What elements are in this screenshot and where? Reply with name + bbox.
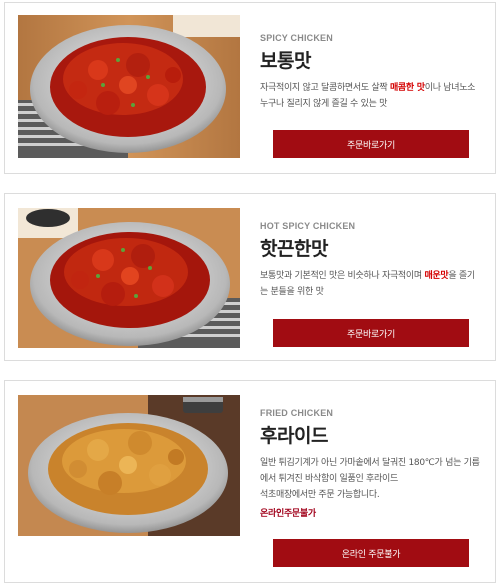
menu-title: 핫끈한맛 [260,238,328,260]
menu-info: FRIED CHICKEN 후라이드 일반 튀김기계가 아닌 가마솥에서 달궈진… [260,408,481,519]
menu-description: 보통맛과 기본적인 맛은 비슷하나 자극적이며 매운맛을 즐기는 분들을 위한 … [260,271,475,297]
menu-description: 자극적이지 않고 달콤하면서도 살짝 매콤한 맛이나 남녀노소 누구나 질리지 … [260,83,476,109]
online-order-unavailable-note: 온라인주문불가 [260,509,316,519]
spicy-chicken-photo [18,15,240,158]
menu-description: 일반 튀김기계가 아닌 가마솥에서 달궈진 180℃가 넘는 기름에서 튀겨진 … [260,458,480,484]
fried-chicken-photo [18,395,240,536]
online-order-unavailable-button[interactable]: 온라인 주문불가 [273,539,469,567]
menu-info: HOT SPICY CHICKEN 핫끈한맛 보통맛과 기본적인 맛은 비슷하나… [260,221,481,300]
menu-card-hot-spicy: HOT SPICY CHICKEN 핫끈한맛 보통맛과 기본적인 맛은 비슷하나… [4,193,496,361]
menu-title: 보통맛 [260,50,311,72]
menu-english-name: SPICY CHICKEN [260,33,333,43]
menu-card-fried: FRIED CHICKEN 후라이드 일반 튀김기계가 아닌 가마솥에서 달궈진… [4,380,496,583]
menu-title: 후라이드 [260,425,328,447]
order-now-button[interactable]: 주문바로가기 [273,319,469,347]
menu-store-notice: 석초매장에서만 주문 가능합니다. [260,490,380,500]
menu-english-name: HOT SPICY CHICKEN [260,221,356,231]
menu-card-spicy: SPICY CHICKEN 보통맛 자극적이지 않고 달콤하면서도 살짝 매콤한… [4,2,496,174]
highlight-text: 매콤한 맛 [389,83,425,93]
menu-english-name: FRIED CHICKEN [260,408,334,418]
highlight-text: 매운맛 [424,271,449,281]
order-now-button[interactable]: 주문바로가기 [273,130,469,158]
hot-spicy-chicken-photo [18,208,240,348]
menu-info: SPICY CHICKEN 보통맛 자극적이지 않고 달콤하면서도 살짝 매콤한… [260,33,481,112]
